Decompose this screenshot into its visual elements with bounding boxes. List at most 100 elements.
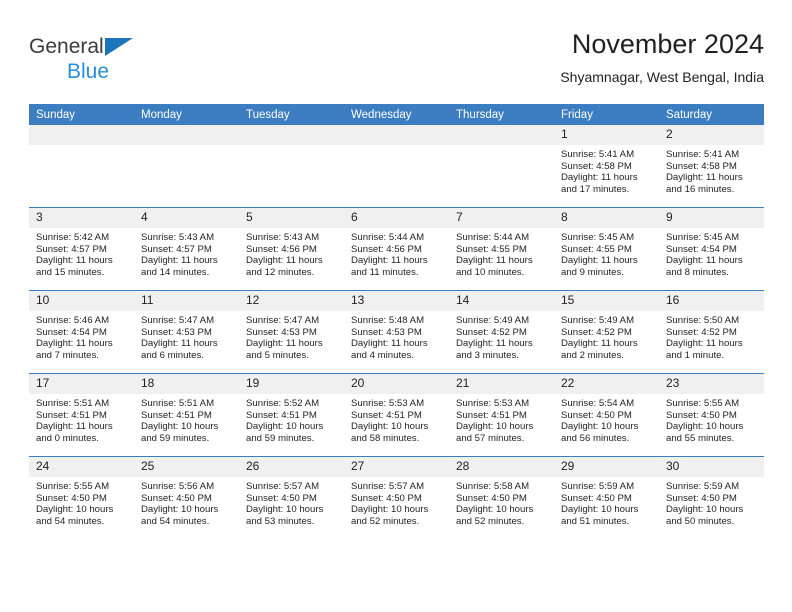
day-daylight2-text: and 11 minutes. [351, 266, 419, 278]
weekday-header-saturday: Saturday [659, 104, 764, 125]
calendar-day-cell[interactable]: 19 Sunrise: 5:52 AM Sunset: 4:51 PM Dayligh… [239, 373, 344, 457]
calendar-header-row: Sunday Monday Tuesday Wednesday Thursday… [29, 104, 764, 125]
day-daylight1-text: Daylight: 10 hours [351, 421, 429, 433]
day-sunrise-text: Sunrise: 5:49 AM [456, 315, 530, 326]
day-sun-info: Sunrise: 5:44 AM Sunset: 4:56 PM Daylight:… [344, 228, 449, 278]
calendar-day-cell[interactable]: 13 Sunrise: 5:48 AM Sunset: 4:53 PM Dayligh… [344, 290, 449, 374]
calendar-day-cell[interactable]: 8 Sunrise: 5:45 AM Sunset: 4:55 PM Daylight… [554, 207, 659, 291]
calendar-week-row: 17 Sunrise: 5:51 AM Sunset: 4:51 PM Dayligh… [29, 373, 764, 457]
calendar-day-cell[interactable]: 20 Sunrise: 5:53 AM Sunset: 4:51 PM Dayligh… [344, 373, 449, 457]
day-daylight1-text: Daylight: 11 hours [141, 338, 218, 350]
calendar-day-cell[interactable]: 21 Sunrise: 5:53 AM Sunset: 4:51 PM Dayligh… [449, 373, 554, 457]
day-sun-info: Sunrise: 5:55 AM Sunset: 4:50 PM Daylight:… [659, 394, 764, 444]
day-daylight2-text: and 52 minutes. [351, 515, 420, 527]
day-sun-info: Sunrise: 5:41 AM Sunset: 4:58 PM Daylight:… [554, 145, 659, 195]
general-blue-logo: General Blue [29, 36, 209, 92]
day-sunset-text: Sunset: 4:50 PM [246, 492, 317, 504]
day-number: 23 [659, 374, 764, 394]
day-daylight1-text: Daylight: 11 hours [36, 338, 113, 350]
day-daylight2-text: and 50 minutes. [666, 515, 735, 527]
day-daylight1-text: Daylight: 11 hours [246, 255, 323, 267]
day-number: 2 [659, 125, 764, 145]
calendar-day-cell[interactable]: 14 Sunrise: 5:49 AM Sunset: 4:52 PM Dayligh… [449, 290, 554, 374]
day-number: 16 [659, 291, 764, 311]
weekday-header-monday: Monday [134, 104, 239, 125]
calendar-day-cell[interactable]: 6 Sunrise: 5:44 AM Sunset: 4:56 PM Daylight… [344, 207, 449, 291]
day-sun-info: Sunrise: 5:45 AM Sunset: 4:55 PM Daylight:… [554, 228, 659, 278]
calendar-day-cell[interactable]: 23 Sunrise: 5:55 AM Sunset: 4:50 PM Dayligh… [659, 373, 764, 457]
calendar-day-cell[interactable]: 4 Sunrise: 5:43 AM Sunset: 4:57 PM Daylight… [134, 207, 239, 291]
day-sunset-text: Sunset: 4:58 PM [561, 160, 632, 172]
calendar-day-cell[interactable]: 3 Sunrise: 5:42 AM Sunset: 4:57 PM Daylight… [29, 207, 134, 291]
day-number: 19 [239, 374, 344, 394]
calendar-day-cell[interactable]: 2 Sunrise: 5:41 AM Sunset: 4:58 PM Daylight… [659, 125, 764, 208]
calendar-day-cell[interactable]: 27 Sunrise: 5:57 AM Sunset: 4:50 PM Dayligh… [344, 456, 449, 539]
calendar-day-cell[interactable]: 5 Sunrise: 5:43 AM Sunset: 4:56 PM Daylight… [239, 207, 344, 291]
calendar-day-cell[interactable]: 15 Sunrise: 5:49 AM Sunset: 4:52 PM Dayligh… [554, 290, 659, 374]
weekday-header-thursday: Thursday [449, 104, 554, 125]
calendar-day-cell[interactable]: 25 Sunrise: 5:56 AM Sunset: 4:50 PM Dayligh… [134, 456, 239, 539]
day-number: 7 [449, 208, 554, 228]
day-sunrise-text: Sunrise: 5:42 AM [36, 232, 110, 243]
day-sun-info: Sunrise: 5:43 AM Sunset: 4:57 PM Daylight:… [134, 228, 239, 278]
day-sunset-text: Sunset: 4:51 PM [246, 409, 317, 421]
day-daylight2-text: and 3 minutes. [456, 349, 519, 361]
calendar-day-cell[interactable]: 17 Sunrise: 5:51 AM Sunset: 4:51 PM Dayligh… [29, 373, 134, 457]
day-daylight1-text: Daylight: 10 hours [351, 504, 429, 516]
title-block: November 2024 Shyamnagar, West Bengal, I… [560, 28, 764, 85]
calendar-day-cell[interactable]: 9 Sunrise: 5:45 AM Sunset: 4:54 PM Daylight… [659, 207, 764, 291]
calendar-day-cell[interactable]: 11 Sunrise: 5:47 AM Sunset: 4:53 PM Dayligh… [134, 290, 239, 374]
day-sunrise-text: Sunrise: 5:46 AM [36, 315, 110, 326]
calendar-week-row: 24 Sunrise: 5:55 AM Sunset: 4:50 PM Dayligh… [29, 456, 764, 539]
day-number: 18 [134, 374, 239, 394]
calendar-day-cell[interactable]: 24 Sunrise: 5:55 AM Sunset: 4:50 PM Dayligh… [29, 456, 134, 539]
calendar-week-row: 10 Sunrise: 5:46 AM Sunset: 4:54 PM Dayligh… [29, 290, 764, 374]
day-daylight1-text: Daylight: 11 hours [666, 255, 743, 267]
day-sun-info: Sunrise: 5:49 AM Sunset: 4:52 PM Daylight:… [554, 311, 659, 361]
logo-text-blue: Blue [67, 60, 110, 83]
day-daylight1-text: Daylight: 11 hours [666, 172, 743, 184]
page-subtitle: Shyamnagar, West Bengal, India [560, 69, 764, 85]
day-sunrise-text: Sunrise: 5:47 AM [141, 315, 215, 326]
calendar-day-cell[interactable]: 16 Sunrise: 5:50 AM Sunset: 4:52 PM Dayligh… [659, 290, 764, 374]
calendar-day-cell[interactable]: 26 Sunrise: 5:57 AM Sunset: 4:50 PM Dayligh… [239, 456, 344, 539]
day-daylight2-text: and 57 minutes. [456, 432, 525, 444]
calendar-day-cell[interactable]: 18 Sunrise: 5:51 AM Sunset: 4:51 PM Dayligh… [134, 373, 239, 457]
calendar-day-cell[interactable]: 1 Sunrise: 5:41 AM Sunset: 4:58 PM Daylight… [554, 125, 659, 208]
calendar-day-cell[interactable]: 30 Sunrise: 5:59 AM Sunset: 4:50 PM Dayligh… [659, 456, 764, 539]
day-daylight1-text: Daylight: 11 hours [351, 338, 428, 350]
calendar-day-cell-empty [449, 125, 554, 208]
day-sunrise-text: Sunrise: 5:52 AM [246, 398, 320, 409]
day-daylight1-text: Daylight: 11 hours [456, 255, 533, 267]
calendar-day-cell[interactable]: 22 Sunrise: 5:54 AM Sunset: 4:50 PM Dayligh… [554, 373, 659, 457]
day-number: 27 [344, 457, 449, 477]
day-daylight2-text: and 12 minutes. [246, 266, 315, 278]
day-sun-info: Sunrise: 5:51 AM Sunset: 4:51 PM Daylight:… [134, 394, 239, 444]
day-daylight1-text: Daylight: 11 hours [561, 172, 638, 184]
calendar-day-cell[interactable]: 28 Sunrise: 5:58 AM Sunset: 4:50 PM Dayligh… [449, 456, 554, 539]
day-daylight2-text: and 52 minutes. [456, 515, 525, 527]
day-daylight2-text: and 1 minute. [666, 349, 725, 361]
day-daylight2-text: and 54 minutes. [141, 515, 210, 527]
day-sun-info: Sunrise: 5:49 AM Sunset: 4:52 PM Daylight:… [449, 311, 554, 361]
day-daylight2-text: and 53 minutes. [246, 515, 315, 527]
calendar-day-cell[interactable]: 29 Sunrise: 5:59 AM Sunset: 4:50 PM Dayligh… [554, 456, 659, 539]
day-number: 20 [344, 374, 449, 394]
day-number: 10 [29, 291, 134, 311]
calendar-day-cell[interactable]: 10 Sunrise: 5:46 AM Sunset: 4:54 PM Dayligh… [29, 290, 134, 374]
calendar-day-cell[interactable]: 7 Sunrise: 5:44 AM Sunset: 4:55 PM Daylight… [449, 207, 554, 291]
day-sun-info: Sunrise: 5:41 AM Sunset: 4:58 PM Daylight:… [659, 145, 764, 195]
day-daylight2-text: and 56 minutes. [561, 432, 630, 444]
day-sunset-text: Sunset: 4:50 PM [666, 409, 737, 421]
day-number: 9 [659, 208, 764, 228]
day-sunset-text: Sunset: 4:52 PM [561, 326, 632, 338]
day-sunset-text: Sunset: 4:51 PM [36, 409, 107, 421]
day-sunset-text: Sunset: 4:51 PM [141, 409, 212, 421]
day-sun-info: Sunrise: 5:52 AM Sunset: 4:51 PM Daylight:… [239, 394, 344, 444]
calendar-day-cell[interactable]: 12 Sunrise: 5:47 AM Sunset: 4:53 PM Dayligh… [239, 290, 344, 374]
day-sun-info: Sunrise: 5:59 AM Sunset: 4:50 PM Daylight:… [659, 477, 764, 527]
day-sun-info: Sunrise: 5:45 AM Sunset: 4:54 PM Daylight:… [659, 228, 764, 278]
day-number [134, 125, 239, 145]
day-sunset-text: Sunset: 4:55 PM [561, 243, 632, 255]
day-sunset-text: Sunset: 4:53 PM [246, 326, 317, 338]
